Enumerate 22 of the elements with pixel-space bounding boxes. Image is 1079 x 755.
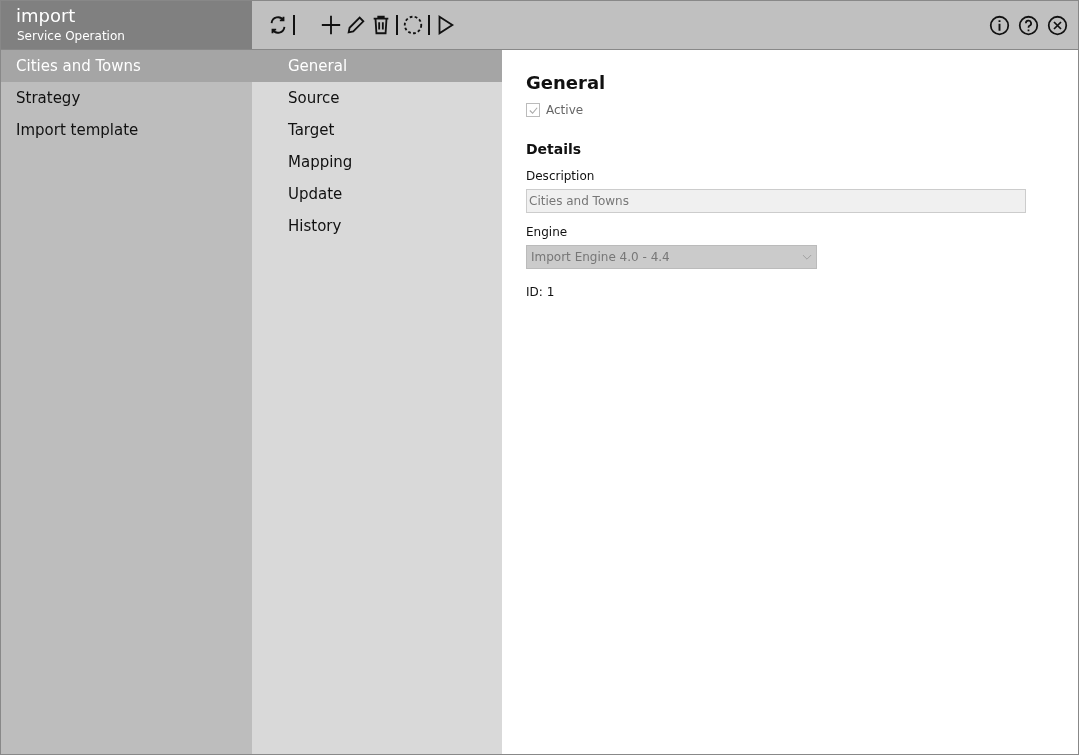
details-heading: Details — [526, 141, 583, 157]
dashed-circle-icon[interactable] — [402, 14, 424, 36]
section-item[interactable]: Target — [252, 114, 502, 146]
info-icon[interactable] — [989, 14, 1010, 36]
section-item[interactable]: Update — [252, 178, 502, 210]
help-icon[interactable] — [1018, 14, 1039, 36]
field-label: Description — [526, 169, 596, 183]
sidebar-item[interactable]: Import template — [1, 114, 252, 146]
section-heading: General — [526, 72, 607, 93]
id-text: ID: 1 — [526, 285, 556, 299]
field-label: Engine — [526, 225, 569, 239]
app-subtitle: Service Operation — [16, 29, 126, 43]
section-item[interactable]: History — [252, 210, 502, 242]
app-title: import — [16, 5, 77, 27]
checkbox-label: Active — [546, 103, 584, 117]
chevron-down-icon — [802, 253, 812, 261]
sidebar-item[interactable]: Strategy — [1, 82, 252, 114]
pencil-icon[interactable] — [345, 14, 367, 36]
section-item[interactable]: Mapping — [252, 146, 502, 178]
section-item[interactable]: Source — [252, 82, 502, 114]
close-icon[interactable] — [1047, 14, 1068, 36]
add-icon[interactable] — [320, 14, 342, 36]
